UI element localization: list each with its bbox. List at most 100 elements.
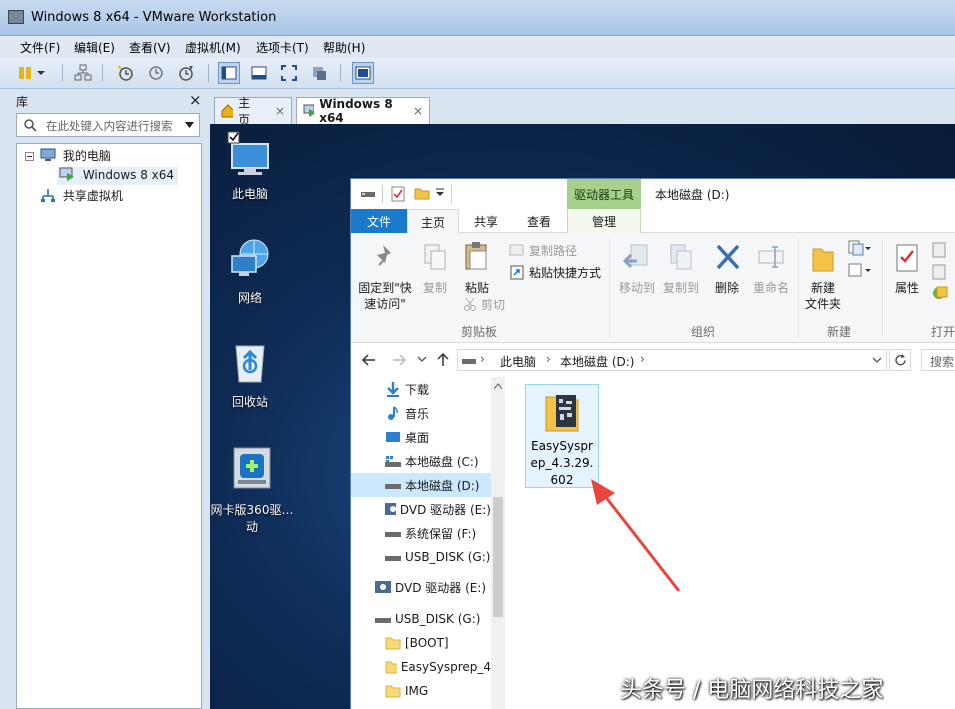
- quick-switch-icon[interactable]: [248, 62, 270, 84]
- copy-button[interactable]: 复制: [415, 237, 455, 309]
- scrollbar-thumb[interactable]: [493, 497, 503, 617]
- tab-home[interactable]: 主页 ×: [214, 96, 292, 127]
- desktop-icon-this-pc[interactable]: 此电脑: [210, 130, 290, 202]
- ribbon-tab-home[interactable]: 主页: [407, 209, 459, 234]
- nav-item-label: 系统保留 (F:): [405, 526, 477, 541]
- copy-path-button[interactable]: 复制路径: [509, 241, 577, 259]
- ribbon-tab-file[interactable]: 文件: [351, 209, 407, 233]
- easy-access-button[interactable]: [847, 261, 871, 279]
- copy-path-label: 复制路径: [529, 243, 578, 258]
- new-folder-icon[interactable]: [414, 186, 430, 200]
- nav-scrollbar[interactable]: [491, 377, 505, 709]
- nav-item-usb-g-root[interactable]: USB_DISK (G:): [351, 607, 491, 631]
- titlebar-divider: [382, 185, 383, 203]
- nav-item-downloads[interactable]: 下载: [351, 377, 491, 401]
- move-to-button[interactable]: 移动到: [615, 237, 659, 313]
- snapshot-icon[interactable]: [114, 62, 136, 84]
- properties-button[interactable]: 属性: [887, 237, 927, 313]
- pin-to-quick-access-button[interactable]: 固定到"快 速访问": [357, 237, 413, 311]
- chevron-down-icon[interactable]: [34, 62, 48, 84]
- menu-edit[interactable]: 编辑(E): [74, 39, 115, 56]
- nav-item-label: EasySysprep_4: [400, 660, 491, 674]
- nav-item-drive-d-selected[interactable]: 本地磁盘 (D:): [351, 473, 491, 497]
- open-options[interactable]: [931, 241, 955, 305]
- tab-close-button[interactable]: ×: [413, 104, 423, 118]
- forward-arrow-icon[interactable]: [391, 352, 407, 368]
- address-field[interactable]: › 此电脑 › 本地磁盘 (D:) ›: [457, 349, 887, 371]
- tab-vm[interactable]: Windows 8 x64 ×: [296, 97, 430, 125]
- desktop-icon-label: 回收站: [231, 395, 268, 409]
- menu-file[interactable]: 文件(F): [20, 39, 60, 56]
- new-folder-button[interactable]: 新建 文件夹: [801, 237, 845, 313]
- file-name-line: EasySyspr: [531, 439, 593, 453]
- nav-item-dvd-e-root[interactable]: DVD 驱动器 (E:) U: [351, 575, 501, 599]
- address-history-chevron-icon[interactable]: [872, 357, 882, 365]
- menu-vm[interactable]: 虚拟机(M): [185, 39, 241, 56]
- properties-icon[interactable]: [391, 186, 405, 202]
- nav-item-drive-c[interactable]: 本地磁盘 (C:): [351, 449, 491, 473]
- refresh-button[interactable]: [889, 349, 911, 371]
- properties-icon: [896, 244, 918, 272]
- tree-expander[interactable]: [25, 150, 34, 164]
- menu-view[interactable]: 查看(V): [129, 39, 171, 56]
- tree-item-shared[interactable]: 共享虚拟机: [40, 187, 123, 204]
- new-item-button[interactable]: [847, 239, 871, 257]
- nav-item-easysysprep-folder[interactable]: EasySysprep_4: [351, 655, 491, 679]
- paste-shortcut-button[interactable]: 粘贴快捷方式: [509, 263, 601, 281]
- ribbon-group-divider: [609, 239, 610, 337]
- ribbon-tab-view[interactable]: 查看: [513, 209, 565, 233]
- cut-button[interactable]: 剪切: [463, 295, 505, 313]
- file-item-easysysprep[interactable]: EasySyspr ep_4.3.29. 602: [525, 384, 599, 488]
- nav-item-img-folder[interactable]: IMG: [351, 679, 491, 703]
- menu-help[interactable]: 帮助(H): [323, 39, 365, 56]
- tree-item-vm[interactable]: Windows 8 x64: [57, 167, 179, 185]
- pause-icon[interactable]: [14, 62, 36, 84]
- ribbon-tab-manage[interactable]: 管理: [567, 209, 641, 233]
- library-search-placeholder: 在此处键入内容进行搜索: [46, 119, 173, 133]
- tab-close-button[interactable]: ×: [275, 104, 285, 118]
- group-clipboard-label: 剪贴板: [461, 325, 498, 339]
- copy-to-button[interactable]: 复制到: [659, 237, 703, 313]
- tree-item-my-computer[interactable]: 我的电脑: [40, 147, 111, 164]
- library-close-button[interactable]: ×: [189, 91, 202, 109]
- nav-item-label: 音乐: [405, 406, 430, 421]
- watermark-text: 头条号 / 电脑网络科技之家: [620, 678, 884, 703]
- network-globe-icon: [231, 239, 269, 276]
- console-view-icon[interactable]: [218, 62, 240, 84]
- fullscreen-icon[interactable]: [278, 62, 300, 84]
- snapshot-manager-icon[interactable]: [175, 62, 197, 84]
- nav-item-music[interactable]: 音乐: [351, 401, 491, 425]
- desktop-icon-network[interactable]: 网络: [210, 234, 290, 306]
- delete-button[interactable]: 删除: [707, 237, 747, 313]
- up-arrow-icon[interactable]: [435, 352, 451, 368]
- breadcrumb-drive-d[interactable]: 本地磁盘 (D:): [560, 353, 634, 370]
- revert-snapshot-icon[interactable]: [145, 62, 167, 84]
- search-box[interactable]: 搜索: [921, 349, 955, 371]
- collapse-icon[interactable]: [25, 152, 34, 161]
- desktop-icon-recycle-bin[interactable]: 回收站: [210, 338, 290, 410]
- desktop-icon-360-driver[interactable]: 网卡版360驱… 动: [210, 442, 294, 535]
- back-arrow-icon[interactable]: [361, 352, 377, 368]
- copy-to-label: 复制到: [662, 281, 699, 295]
- windows-drive-icon: [385, 456, 401, 467]
- nav-item-usb-g[interactable]: USB_DISK (G:): [351, 545, 491, 569]
- menu-tabs[interactable]: 选项卡(T): [256, 39, 309, 56]
- nav-item-label: DVD 驱动器 (E:): [399, 502, 491, 517]
- network-icon[interactable]: [72, 62, 94, 84]
- scroll-up-icon[interactable]: [494, 383, 502, 389]
- breadcrumb-this-pc[interactable]: 此电脑: [500, 353, 536, 370]
- customize-quick-access-icon[interactable]: [435, 188, 445, 198]
- paste-label: 粘贴: [464, 281, 489, 295]
- nav-item-boot-folder[interactable]: [BOOT]: [351, 631, 491, 655]
- ribbon-tab-share[interactable]: 共享: [461, 209, 511, 233]
- recent-locations-chevron-icon[interactable]: [417, 356, 427, 364]
- unity-icon[interactable]: [308, 62, 330, 84]
- nav-item-desktop[interactable]: 桌面: [351, 425, 491, 449]
- chevron-down-icon[interactable]: [185, 122, 194, 129]
- thumbnail-view-icon[interactable]: [352, 62, 374, 84]
- nav-item-system-reserved[interactable]: 系统保留 (F:): [351, 521, 491, 545]
- tab-home-label: 主页: [238, 96, 251, 127]
- rename-button[interactable]: 重命名: [749, 237, 793, 313]
- nav-item-dvd-e[interactable]: DVD 驱动器 (E:): [351, 497, 491, 521]
- library-search-input[interactable]: 在此处键入内容进行搜索: [16, 113, 200, 137]
